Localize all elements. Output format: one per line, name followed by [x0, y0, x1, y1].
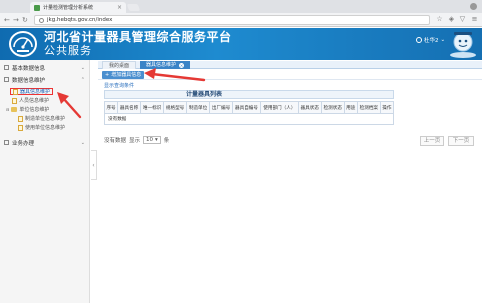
sidebar: 基本数据信息 ⌄ 数据信息维护 ⌃ 器具信息维护 人员信息维护 ⊟ 单位信息维护… — [0, 60, 90, 303]
browser-tab-strip: 计量检测管理分析系统 × — [0, 0, 482, 13]
site-subtitle: 公共服务 — [44, 44, 92, 57]
browser-tab[interactable]: 计量检测管理分析系统 × — [30, 2, 126, 13]
table-title: 计量器具列表 — [104, 90, 394, 99]
browser-toolbar: ← → ↻ jkg.hebqts.gov.cn/index ☆ ◈ ▽ ≡ — [0, 13, 482, 27]
user-name: 杜华2 — [424, 38, 439, 44]
sidebar-section-basic-data[interactable]: 基本数据信息 ⌄ — [0, 62, 89, 73]
table-header-row: 序号 器具名称 唯一标识 规格型号 制造单位 出厂编号 器具自编号 使用部门（人） 器具状态 检测… — [103, 101, 395, 114]
mascot-icon — [450, 32, 476, 58]
site-title: 河北省计量器具管理综合服务平台 — [44, 30, 232, 44]
close-tab-icon[interactable]: × — [179, 62, 185, 68]
reload-icon[interactable]: ↻ — [22, 16, 28, 24]
tab-label: 器具信息维护 — [146, 62, 177, 68]
extension-icon[interactable]: ◈ — [448, 16, 455, 23]
column-header: 唯一标识 — [140, 101, 165, 114]
user-menu[interactable]: 杜华2 ⌄ — [416, 36, 445, 44]
chevron-down-icon: ⌄ — [80, 64, 85, 71]
grid-icon — [4, 140, 9, 145]
tab-my-desktop[interactable]: 我的桌面 — [102, 61, 137, 69]
pager-unit: 条 — [163, 138, 170, 144]
info-icon[interactable] — [39, 17, 44, 23]
folder-icon — [11, 107, 18, 112]
profile-icon[interactable] — [470, 3, 477, 10]
screen: 计量检测管理分析系统 × ← → ↻ jkg.hebqts.gov.cn/ind… — [0, 0, 482, 303]
column-header: 操作 — [379, 101, 395, 114]
gauge-logo-icon — [9, 31, 37, 57]
add-instrument-label: 增加器具信息 — [111, 72, 142, 78]
column-header: 器具自编号 — [232, 101, 261, 114]
sidebar-item-label: 制造单位信息维护 — [25, 116, 66, 122]
sidebar-section-label: 基本数据信息 — [12, 65, 46, 72]
pager-show-label: 显示 — [129, 138, 141, 144]
page-tabs: 我的桌面 器具信息维护 × — [98, 61, 482, 69]
document-icon — [18, 124, 23, 131]
menu-icon[interactable]: ≡ — [471, 16, 478, 23]
document-icon — [18, 115, 23, 122]
column-header: 出厂编号 — [209, 101, 234, 114]
browser-tab-title: 计量检测管理分析系统 — [43, 5, 94, 11]
back-icon[interactable]: ← — [4, 16, 10, 24]
prev-page-button[interactable]: 上一页 — [420, 136, 444, 146]
show-conditions-link[interactable]: 显示查询条件 — [104, 82, 134, 89]
column-header: 规格型号 — [163, 101, 188, 114]
content-toolbar: + 增加器具信息 — [98, 69, 482, 80]
url-text: jkg.hebqts.gov.cn/index — [47, 17, 113, 23]
sidebar-section-label: 业务办理 — [12, 140, 35, 147]
sidebar-section-data-maintenance[interactable]: 数据信息维护 ⌃ — [0, 74, 89, 85]
favicon-icon — [34, 4, 40, 11]
address-bar[interactable]: jkg.hebqts.gov.cn/index — [34, 15, 430, 25]
sidebar-item-label: 使用单位信息维护 — [25, 125, 66, 131]
sidebar-item-label: 人员信息维护 — [19, 98, 50, 104]
next-page-button[interactable]: 下一页 — [448, 136, 474, 146]
forward-icon[interactable]: → — [13, 16, 19, 24]
plus-icon: + — [105, 72, 110, 78]
column-header: 检测状态 — [320, 101, 345, 114]
grid-icon — [4, 77, 9, 82]
sidebar-item-label: 单位信息维护 — [19, 107, 50, 113]
page-size-select[interactable]: 10 ▾ — [143, 136, 161, 144]
column-header: 器具名称 — [117, 101, 142, 114]
chevron-down-icon: ▾ — [155, 137, 158, 143]
document-icon — [13, 88, 18, 95]
sidebar-section-label: 数据信息维护 — [12, 77, 46, 84]
sidebar-item-personnel-info[interactable]: 人员信息维护 — [12, 97, 49, 104]
sidebar-item-manufacturer-info[interactable]: 制造单位信息维护 — [18, 115, 65, 122]
table-row: 没有数据 — [104, 113, 394, 125]
sidebar-item-instrument-info[interactable]: 器具信息维护 — [10, 88, 54, 95]
sidebar-item-unit-info[interactable]: ⊟ 单位信息维护 — [6, 106, 49, 113]
chevron-down-icon: ⌄ — [440, 37, 446, 43]
collapse-icon[interactable]: ⊟ — [6, 107, 9, 112]
user-icon — [416, 37, 422, 43]
column-header: 器具状态 — [297, 101, 322, 114]
tab-instrument-info[interactable]: 器具信息维护 × — [140, 61, 191, 69]
bookmark-star-icon[interactable]: ☆ — [436, 16, 443, 23]
column-header: 用途 — [343, 101, 358, 114]
close-tab-icon[interactable]: × — [117, 4, 122, 11]
pager: 没有数据 显示 10 ▾ 条 — [104, 136, 169, 144]
grid-icon — [4, 65, 9, 70]
sidebar-item-user-unit-info[interactable]: 使用单位信息维护 — [18, 124, 65, 131]
pager-no-data: 没有数据 — [104, 138, 127, 144]
column-header: 序号 — [103, 101, 119, 114]
app-header: 河北省计量器具管理综合服务平台 公共服务 杜华2 ⌄ — [0, 28, 482, 60]
chevron-down-icon: ⌄ — [80, 139, 85, 146]
chevron-up-icon: ⌃ — [80, 76, 85, 83]
filter-icon[interactable]: ▽ — [459, 16, 466, 23]
column-header: 检测档案 — [356, 101, 381, 114]
sidebar-collapse-handle[interactable]: ‹ — [91, 150, 97, 180]
column-header: 使用部门（人） — [259, 101, 299, 114]
new-tab-button[interactable] — [126, 4, 141, 11]
sidebar-item-label: 器具信息维护 — [20, 89, 51, 95]
page-size-value: 10 — [146, 137, 154, 143]
column-header: 制造单位 — [186, 101, 211, 114]
empty-cell: 没有数据 — [104, 113, 394, 125]
instrument-table: 序号 器具名称 唯一标识 规格型号 制造单位 出厂编号 器具自编号 使用部门（人） 器具状态 检测… — [103, 101, 395, 125]
sidebar-section-business[interactable]: 业务办理 ⌄ — [0, 137, 89, 148]
document-icon — [12, 97, 17, 104]
add-instrument-button[interactable]: + 增加器具信息 — [102, 71, 145, 79]
